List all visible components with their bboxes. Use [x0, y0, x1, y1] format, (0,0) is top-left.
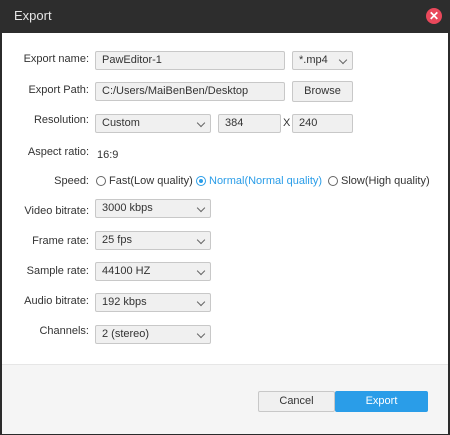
chevron-down-icon — [196, 297, 206, 307]
resolution-value: Custom — [102, 117, 140, 129]
speed-normal-radio[interactable] — [196, 176, 206, 186]
height-input[interactable]: 240 — [292, 114, 353, 133]
export-name-label: Export name: — [23, 53, 89, 65]
speed-slow-label[interactable]: Slow(High quality) — [341, 175, 430, 187]
cancel-button[interactable]: Cancel — [258, 391, 335, 412]
export-path-label: Export Path: — [28, 84, 89, 96]
sample-rate-label: Sample rate: — [26, 265, 89, 277]
window-title: Export — [14, 8, 52, 23]
sample-rate-value: 44100 HZ — [102, 265, 151, 277]
chevron-down-icon — [196, 329, 206, 339]
channels-select[interactable]: 2 (stereo) — [95, 325, 211, 344]
dialog-footer: Cancel Export — [2, 364, 448, 434]
export-name-input[interactable]: PawEditor-1 — [95, 51, 285, 70]
browse-button[interactable]: Browse — [292, 81, 353, 102]
format-value: *.mp4 — [299, 54, 328, 66]
format-select[interactable]: *.mp4 — [292, 51, 353, 70]
close-icon[interactable]: ✕ — [426, 8, 442, 24]
export-path-input[interactable]: C:/Users/MaiBenBen/Desktop — [95, 82, 285, 101]
resolution-select[interactable]: Custom — [95, 114, 211, 133]
chevron-down-icon — [196, 118, 206, 128]
video-bitrate-value: 3000 kbps — [102, 202, 153, 214]
video-bitrate-select[interactable]: 3000 kbps — [95, 199, 211, 218]
speed-slow-radio[interactable] — [328, 176, 338, 186]
channels-value: 2 (stereo) — [102, 328, 150, 340]
sample-rate-select[interactable]: 44100 HZ — [95, 262, 211, 281]
speed-fast-label[interactable]: Fast(Low quality) — [109, 175, 193, 187]
aspect-ratio-value: 16:9 — [97, 149, 119, 161]
chevron-down-icon — [196, 235, 206, 245]
speed-normal-label[interactable]: Normal(Normal quality) — [209, 175, 322, 187]
export-button[interactable]: Export — [335, 391, 428, 412]
frame-rate-select[interactable]: 25 fps — [95, 231, 211, 250]
resolution-label: Resolution: — [33, 114, 89, 126]
frame-rate-label: Frame rate: — [32, 235, 89, 247]
by-separator: X — [283, 117, 291, 129]
export-form: Export name: PawEditor-1 *.mp4 Export Pa… — [2, 33, 448, 364]
audio-bitrate-label: Audio bitrate: — [24, 295, 89, 307]
chevron-down-icon — [338, 55, 348, 65]
channels-label: Channels: — [39, 325, 89, 337]
chevron-down-icon — [196, 203, 206, 213]
frame-rate-value: 25 fps — [102, 234, 132, 246]
width-input[interactable]: 384 — [218, 114, 281, 133]
title-bar: Export ✕ — [0, 0, 450, 33]
audio-bitrate-value: 192 kbps — [102, 296, 147, 308]
video-bitrate-label: Video bitrate: — [24, 205, 89, 217]
speed-fast-radio[interactable] — [96, 176, 106, 186]
chevron-down-icon — [196, 266, 206, 276]
aspect-ratio-label: Aspect ratio: — [27, 146, 89, 158]
speed-label: Speed: — [54, 175, 89, 187]
audio-bitrate-select[interactable]: 192 kbps — [95, 293, 211, 312]
